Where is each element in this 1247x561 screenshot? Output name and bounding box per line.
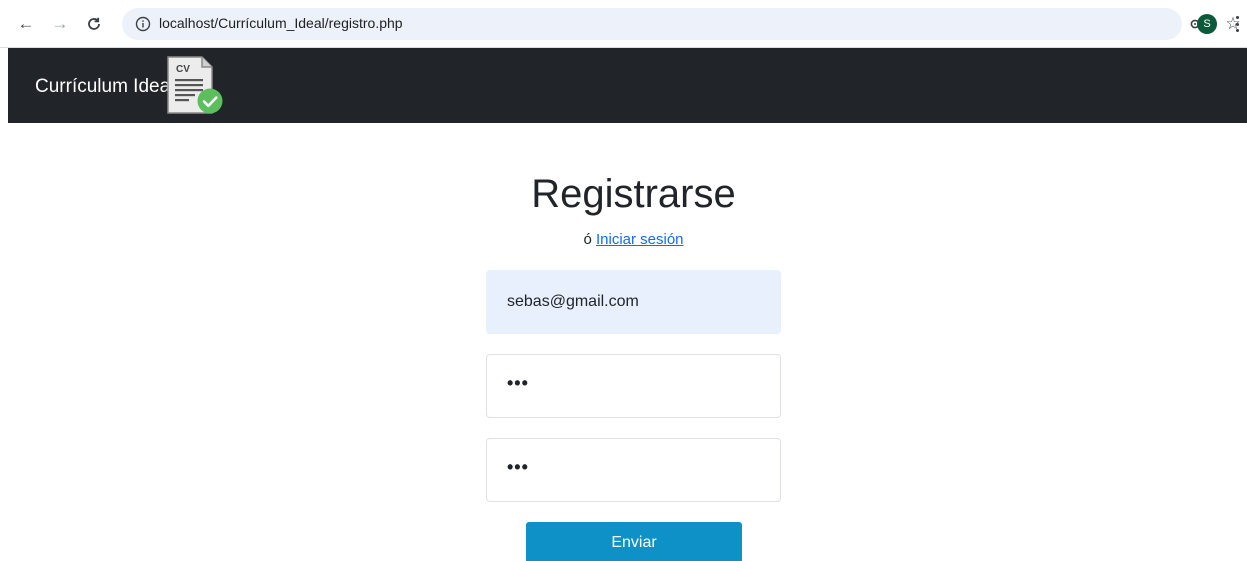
submit-button[interactable]: Enviar <box>526 522 742 561</box>
password-field[interactable]: ••• <box>486 354 781 418</box>
back-arrow-icon[interactable]: ← <box>14 12 38 36</box>
kebab-menu-icon[interactable] <box>1232 13 1242 35</box>
forward-arrow-icon[interactable]: → <box>48 12 72 36</box>
login-link[interactable]: Iniciar sesión <box>596 231 684 248</box>
page-title: Registrarse <box>531 172 736 216</box>
reload-icon[interactable] <box>82 12 106 36</box>
browser-toolbar: ← → localhost/Currículum_Ideal/registro.… <box>0 0 1247 48</box>
confirm-password-field[interactable]: ••• <box>486 438 781 502</box>
site-navbar: Currículum Ideal CV <box>8 48 1247 123</box>
profile-avatar[interactable]: S <box>1197 14 1217 34</box>
site-info-icon[interactable] <box>134 15 152 33</box>
url-text[interactable]: localhost/Currículum_Ideal/registro.php <box>159 15 403 31</box>
login-prompt: ó Iniciar sesión <box>0 231 1247 248</box>
address-bar[interactable]: localhost/Currículum_Ideal/registro.php … <box>122 8 1241 40</box>
logo-cv-text: CV <box>176 64 190 75</box>
cv-document-logo-icon[interactable]: CV <box>165 55 231 117</box>
email-field[interactable]: sebas@gmail.com <box>486 270 781 334</box>
brand-link[interactable]: Currículum Ideal <box>35 76 174 98</box>
subtitle-prefix: ó <box>583 231 592 248</box>
